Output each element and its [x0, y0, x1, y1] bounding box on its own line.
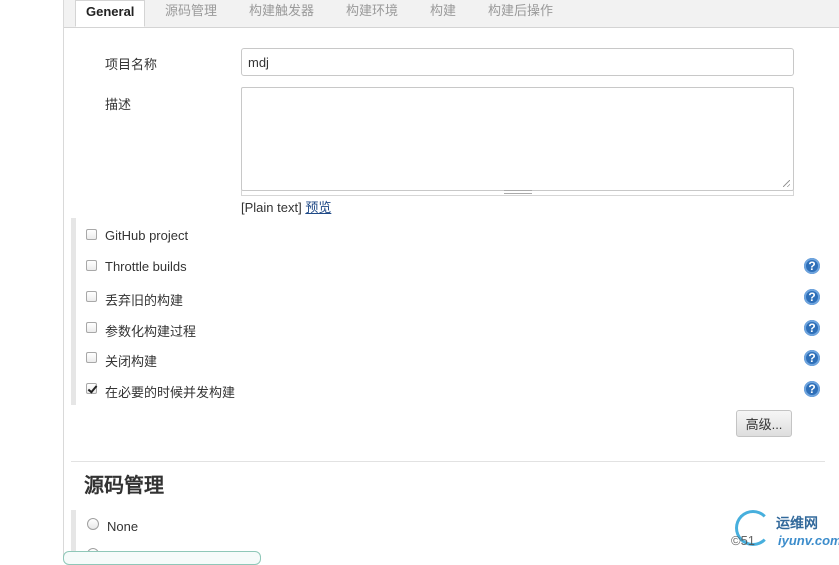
description-textarea[interactable] — [241, 87, 794, 191]
textarea-grip-bar[interactable] — [241, 190, 794, 196]
project-name-input[interactable] — [241, 48, 794, 76]
tab-post-build[interactable]: 构建后操作 — [488, 0, 553, 27]
help-icon[interactable]: ? — [804, 320, 820, 336]
tab-general[interactable]: General — [75, 0, 146, 27]
parameterized-build-label: 参数化构建过程 — [105, 324, 197, 339]
section-divider — [71, 461, 825, 462]
scm-none-label: None — [107, 519, 139, 534]
project-name-label: 项目名称 — [105, 57, 158, 72]
concurrent-build-checkbox[interactable] — [86, 383, 97, 394]
parameterized-build-checkbox[interactable] — [86, 322, 97, 333]
watermark-brand: iyunv.com — [778, 533, 839, 548]
tab-build-triggers[interactable]: 构建触发器 — [249, 0, 314, 27]
discard-old-builds-label: 丢弃旧的构建 — [105, 293, 184, 308]
plain-text-note: [Plain text] 预览 — [241, 197, 331, 216]
github-project-checkbox[interactable] — [86, 229, 97, 240]
disable-build-label: 关闭构建 — [105, 354, 158, 369]
tab-scm[interactable]: 源码管理 — [165, 0, 217, 27]
scm-options-bar — [71, 510, 76, 556]
bottom-tooltip-bar — [63, 551, 261, 565]
options-group-bar — [71, 218, 76, 405]
help-icon[interactable]: ? — [804, 258, 820, 274]
github-project-label: GitHub project — [105, 228, 189, 243]
concurrent-build-label: 在必要的时候并发构建 — [105, 385, 236, 400]
description-label: 描述 — [105, 97, 132, 112]
textarea-grip[interactable] — [504, 190, 532, 194]
config-tabbar: General 源码管理 构建触发器 构建环境 构建 构建后操作 — [64, 0, 839, 28]
disable-build-checkbox[interactable] — [86, 352, 97, 363]
scm-section-title: 源码管理 — [84, 475, 164, 497]
watermark-prefix: ©51 — [731, 533, 756, 548]
tab-build[interactable]: 构建 — [430, 0, 456, 27]
plain-text-label: [Plain text] — [241, 200, 302, 215]
scm-none-radio[interactable] — [87, 518, 99, 530]
help-icon[interactable]: ? — [804, 289, 820, 305]
watermark-title: 运维网 — [776, 515, 818, 531]
discard-old-builds-checkbox[interactable] — [86, 291, 97, 302]
throttle-builds-checkbox[interactable] — [86, 260, 97, 271]
preview-link[interactable]: 预览 — [305, 200, 331, 215]
resize-handle[interactable] — [783, 180, 790, 187]
throttle-builds-label: Throttle builds — [105, 259, 187, 274]
help-icon[interactable]: ? — [804, 381, 820, 397]
left-panel — [0, 0, 64, 556]
tab-build-environment[interactable]: 构建环境 — [346, 0, 398, 27]
help-icon[interactable]: ? — [804, 350, 820, 366]
advanced-button[interactable]: 高级... — [736, 410, 792, 437]
